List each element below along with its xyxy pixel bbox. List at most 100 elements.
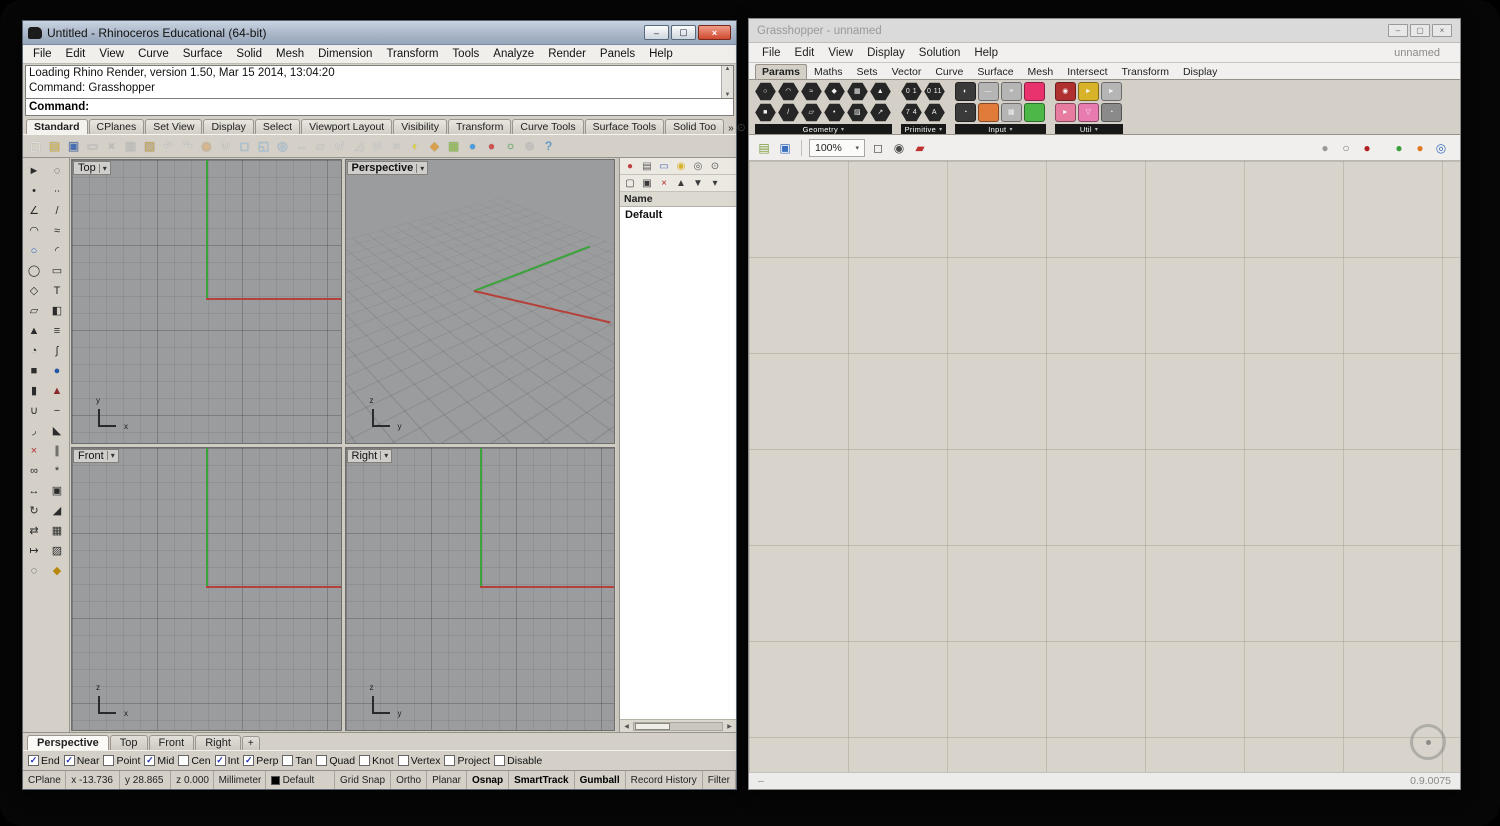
status-toggle[interactable]: Filter — [703, 771, 736, 789]
scroll-right-icon[interactable]: ▶ — [723, 723, 736, 730]
polygon-icon[interactable]: ◇ — [24, 281, 44, 300]
osnap-toggle[interactable]: Quad — [316, 755, 355, 767]
new-viewport-tab-button[interactable]: + — [242, 736, 260, 750]
box-icon[interactable]: ■ — [24, 361, 44, 380]
menu-item[interactable]: Help — [967, 46, 1005, 60]
menu-item[interactable]: Edit — [788, 46, 822, 60]
command-scrollbar[interactable]: ▲ ▼ — [721, 66, 733, 98]
rotate-object-icon[interactable]: ↺ — [330, 137, 349, 156]
zoom-extents-icon[interactable]: ◱ — [254, 137, 273, 156]
osnap-checkbox[interactable] — [494, 755, 505, 766]
viewport-tab[interactable]: Front — [149, 735, 195, 750]
osnap-toggle[interactable]: Disable — [494, 755, 542, 767]
preview-shaded-icon[interactable]: ● — [1358, 139, 1376, 157]
rotate-view-icon[interactable]: ↻ — [216, 137, 235, 156]
units-button[interactable]: Millimeter — [214, 771, 266, 789]
menu-item[interactable]: File — [755, 46, 788, 60]
freeform-curve-icon[interactable]: ≈ — [47, 221, 67, 240]
viewport-top-title[interactable]: Top ▾ — [73, 161, 111, 175]
param-brep-icon[interactable]: ▲ — [870, 82, 891, 101]
category-tab[interactable]: Curve — [928, 64, 970, 79]
toolbar-tab[interactable]: Select — [255, 119, 300, 134]
scroll-down-icon[interactable]: ▼ — [725, 92, 731, 98]
zoom-defaults-icon[interactable]: ◻ — [869, 139, 887, 157]
osnap-checkbox[interactable] — [28, 755, 39, 766]
trigger-icon[interactable]: ► — [1055, 103, 1076, 122]
preview-off-icon[interactable]: ● — [1316, 139, 1334, 157]
polyline-icon[interactable]: ∠ — [24, 201, 44, 220]
status-toggle[interactable]: SmartTrack — [509, 771, 574, 789]
menu-item[interactable]: Solid — [229, 47, 269, 61]
object-snap-icon[interactable]: ⊕ — [520, 137, 539, 156]
timer-icon[interactable]: ◔ — [1101, 103, 1122, 122]
open-file-icon[interactable]: ▤ — [45, 137, 64, 156]
cone-icon[interactable]: ▲ — [47, 381, 67, 400]
minimize-button[interactable]: – — [644, 25, 669, 40]
cylinder-icon[interactable]: ▮ — [24, 381, 44, 400]
show-objects-icon[interactable]: ◐ — [406, 137, 425, 156]
layers-scrollbar[interactable]: ◀ ▶ — [620, 719, 736, 732]
maximize-button[interactable]: ▢ — [1410, 24, 1430, 37]
osnap-checkbox[interactable] — [359, 755, 370, 766]
toolbar-tab[interactable]: Visibility — [393, 119, 447, 134]
chevron-down-icon[interactable]: ▾ — [416, 164, 427, 173]
menu-item[interactable]: Transform — [379, 47, 445, 61]
osnap-checkbox[interactable] — [316, 755, 327, 766]
osnap-toggle[interactable]: Near — [64, 755, 100, 767]
param-vector-icon[interactable]: ↗ — [870, 103, 891, 122]
toolbar-tab[interactable]: Standard — [26, 119, 88, 134]
viewport-perspective-title[interactable]: Perspective ▾ — [347, 161, 429, 175]
close-button[interactable]: × — [698, 25, 731, 40]
move-icon[interactable]: ↔ — [292, 137, 311, 156]
display-tab-icon[interactable]: ▭ — [656, 159, 672, 174]
only-selected-preview-icon[interactable]: ● — [1390, 139, 1408, 157]
loft-icon[interactable]: ≡ — [47, 321, 67, 340]
group-label-input[interactable]: Input ▾ — [955, 124, 1046, 134]
paste-icon[interactable]: ▧ — [140, 137, 159, 156]
array-icon[interactable]: ▦ — [47, 521, 67, 540]
curve-icon[interactable]: ◠ — [24, 221, 44, 240]
copy-icon[interactable]: ▥ — [121, 137, 140, 156]
save-file-icon[interactable]: ▣ — [64, 137, 83, 156]
colour-picker-icon[interactable] — [1024, 103, 1045, 122]
scroll-left-icon[interactable]: ◀ — [620, 723, 633, 730]
layer-filter-icon[interactable]: ▾ — [707, 176, 723, 191]
param-text-icon[interactable]: A — [924, 103, 945, 122]
toolbar-tab[interactable]: Viewport Layout — [301, 119, 392, 134]
group-label-util[interactable]: Util ▾ — [1055, 124, 1123, 134]
osnap-toggle[interactable]: Vertex — [398, 755, 441, 767]
help-icon[interactable]: ? — [539, 137, 558, 156]
viewport-top[interactable]: Top ▾ y x — [71, 159, 342, 444]
data-recorder-icon[interactable]: ► — [1078, 82, 1099, 101]
line-icon[interactable]: / — [47, 201, 67, 220]
status-toggle[interactable]: Gumball — [575, 771, 626, 789]
category-tab[interactable]: Sets — [850, 64, 885, 79]
new-sublayer-icon[interactable]: ▣ — [639, 176, 655, 191]
scale-object-icon[interactable]: ◢ — [47, 501, 67, 520]
param-surface-icon[interactable]: ▨ — [847, 103, 868, 122]
command-input[interactable] — [89, 99, 730, 115]
colour-swatch-icon[interactable] — [1024, 82, 1045, 101]
new-file-icon[interactable]: ▢ — [26, 137, 45, 156]
rhino-titlebar[interactable]: Untitled - Rhinoceros Educational (64-bi… — [23, 21, 736, 45]
point-cloud-icon[interactable]: ∙∙ — [47, 181, 67, 200]
layer-row[interactable]: Default — [620, 207, 736, 223]
osnap-toggle[interactable]: End — [28, 755, 60, 767]
menu-item[interactable]: File — [26, 47, 59, 61]
viewport-right[interactable]: Right ▾ z y — [345, 447, 616, 732]
wireframe-viewport-icon[interactable]: ○ — [501, 137, 520, 156]
osnap-checkbox[interactable] — [243, 755, 254, 766]
menu-item[interactable]: Curve — [131, 47, 176, 61]
close-button[interactable]: × — [1432, 24, 1452, 37]
menu-item[interactable]: View — [92, 47, 131, 61]
minimize-button[interactable]: – — [1388, 24, 1408, 37]
grasshopper-titlebar[interactable]: Grasshopper - unnamed – ▢ × — [749, 19, 1460, 43]
grasshopper-canvas[interactable] — [749, 161, 1460, 772]
scale-icon[interactable]: ◿ — [349, 137, 368, 156]
toolbar-tab[interactable]: Display — [203, 119, 253, 134]
dimension-icon[interactable]: ↦ — [24, 541, 44, 560]
group-label-geometry[interactable]: Geometry ▾ — [755, 124, 892, 134]
zoom-selected-icon[interactable]: ◎ — [273, 137, 292, 156]
viewport-front[interactable]: Front ▾ z x — [71, 447, 342, 732]
boolean-difference-icon[interactable]: − — [47, 401, 67, 420]
